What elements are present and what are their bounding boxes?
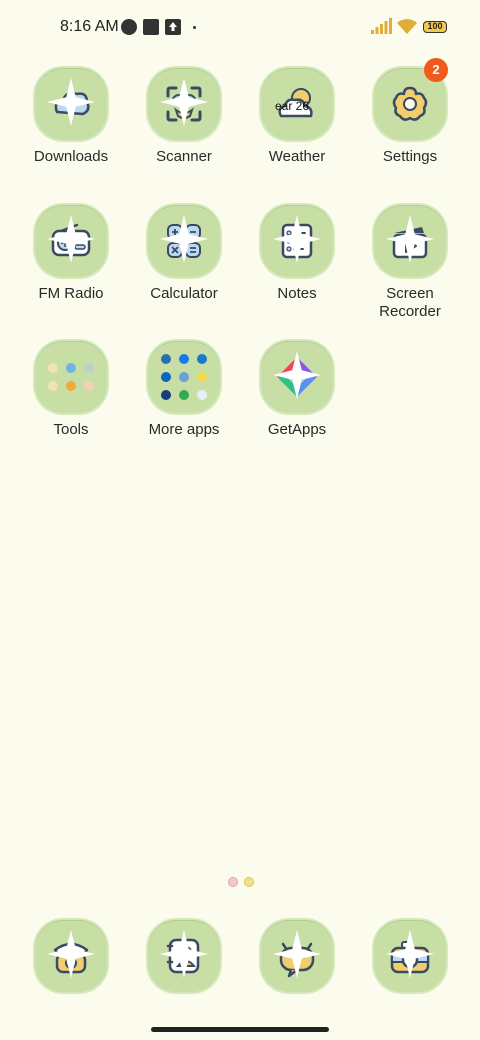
telephone-icon (35, 920, 107, 992)
dock-phone[interactable] (15, 920, 127, 992)
app-more-apps[interactable]: More apps (128, 341, 240, 439)
app-label: Screen Recorder (379, 285, 441, 320)
weather-icon: ear 26 (261, 68, 333, 140)
app-screen-recorder[interactable]: Screen Recorder (354, 205, 466, 321)
weather-overlay-text: ear 26 (275, 99, 310, 113)
gear-flower-icon: 2 (374, 58, 448, 140)
folder-icon (148, 341, 220, 413)
notes-icon (261, 205, 333, 277)
app-label: Calculator (150, 285, 218, 302)
wifi-icon (397, 19, 417, 34)
app-weather[interactable]: ear 26 Weather (241, 68, 353, 166)
app-settings[interactable]: 2 Settings (354, 58, 466, 166)
page-indicator (228, 877, 254, 887)
app-calculator[interactable]: Calculator (128, 205, 240, 303)
stop-icon (143, 19, 159, 35)
app-label: Scanner (156, 148, 212, 165)
app-notes[interactable]: Notes (241, 205, 353, 303)
camera-icon (374, 920, 446, 992)
app-label: Settings (382, 148, 438, 165)
status-bar: 8:16 AM 100 (0, 0, 480, 56)
dock-contacts[interactable] (128, 920, 240, 992)
app-label: FM Radio (38, 285, 104, 302)
cloud-icon (35, 68, 107, 140)
folder-icon (35, 341, 107, 413)
app-label: GetApps (267, 421, 327, 438)
app-label: Weather (268, 148, 326, 165)
app-tools[interactable]: Tools (15, 341, 127, 439)
battery-level: 100 (427, 21, 443, 31)
clock: 8:16 AM (60, 18, 119, 35)
dock-camera[interactable] (354, 920, 466, 992)
dot-icon (193, 26, 196, 29)
page-dot (244, 877, 254, 887)
home-gesture-bar[interactable] (151, 1027, 329, 1032)
radio-icon (35, 205, 107, 277)
app-scanner[interactable]: Scanner (128, 68, 240, 166)
page-dot (228, 877, 238, 887)
contacts-icon (148, 920, 220, 992)
scanner-icon (148, 68, 220, 140)
chat-bubble-icon (261, 920, 333, 992)
app-label: Notes (277, 285, 317, 302)
app-downloads[interactable]: Downloads (15, 68, 127, 166)
clapperboard-icon (374, 205, 446, 277)
dock-messages[interactable] (241, 920, 353, 992)
app-getapps[interactable]: GetApps (241, 341, 353, 439)
upload-icon (165, 19, 181, 35)
data-saver-icon (121, 19, 137, 35)
app-fm-radio[interactable]: FM Radio (15, 205, 127, 303)
app-label: More apps (148, 421, 220, 438)
app-label: Tools (53, 421, 89, 438)
battery-icon: 100 (423, 21, 447, 33)
calculator-icon (148, 205, 220, 277)
signal-icon (371, 18, 392, 34)
getapps-icon (261, 341, 333, 413)
notification-badge: 2 (424, 58, 448, 82)
app-label: Downloads (33, 148, 109, 165)
